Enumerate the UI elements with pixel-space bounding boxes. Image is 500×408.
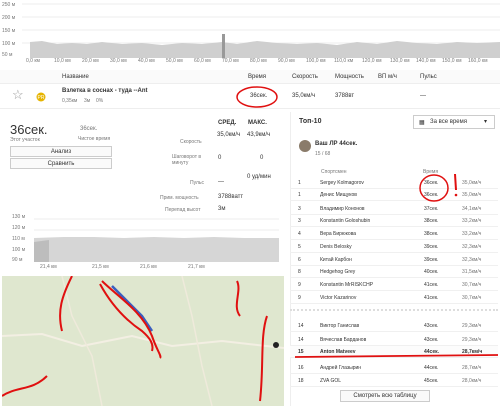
y-label: 130 м xyxy=(12,214,26,220)
svg-text:PR: PR xyxy=(38,95,45,101)
analyze-button[interactable]: Анализ xyxy=(10,146,112,157)
segment-speed: 35,0км/ч xyxy=(292,93,316,99)
x-label: 21,5 км xyxy=(92,264,109,270)
x-label: 30,0 км xyxy=(110,58,127,64)
hr-max: 0 уд/мин xyxy=(247,174,271,180)
segment-power: 3788вт xyxy=(335,93,355,99)
personal-record: Ваш ЛР 44сек. xyxy=(315,141,358,147)
segments-header: Название Время Скорость Мощность ВП м/ч … xyxy=(0,70,500,84)
elevation-value: 3м xyxy=(218,206,226,212)
segment-elevation-chart[interactable]: 130 м 120 м 110 м 100 м 90 м 21,4 км 21,… xyxy=(0,214,285,274)
col-power: Мощность xyxy=(335,74,364,80)
star-icon[interactable]: ☆ xyxy=(12,88,24,101)
x-label: 80,0 км xyxy=(250,58,267,64)
effort-time-label: Этот участок xyxy=(10,137,40,143)
x-label: 40,0 км xyxy=(138,58,155,64)
x-label: 70,0 км xyxy=(222,58,239,64)
compare-button[interactable]: Сравнить xyxy=(10,158,112,169)
col-name: Название xyxy=(62,74,89,80)
elevation-area xyxy=(22,3,500,58)
speed-label: Скорость xyxy=(180,139,202,145)
annotation-marks xyxy=(294,173,499,358)
cadence-avg: 0 xyxy=(218,155,222,161)
speed-avg: 35,0км/ч xyxy=(217,132,241,138)
col-max: МАКС. xyxy=(248,120,267,126)
leaderboard-row[interactable]: 18 ZVA GOL 45сек. 28,0км/ч xyxy=(290,375,498,387)
y-label: 50 м xyxy=(2,52,13,58)
col-time: Время xyxy=(248,74,267,80)
x-label: 160,0 км xyxy=(468,58,488,64)
top-elevation-chart[interactable]: 250 м 200 м 150 м 100 м 50 м 0,0 км 10,0… xyxy=(0,0,500,66)
segment-map[interactable] xyxy=(2,276,284,406)
segment-grade: 0% xyxy=(96,98,104,104)
annotation-circle-time xyxy=(236,86,278,108)
avatar xyxy=(299,140,311,152)
achievement-medal-icon: PR xyxy=(36,90,46,102)
calendar-icon: ▦ xyxy=(419,120,425,126)
power-avg: 3788ватт xyxy=(218,194,244,200)
x-label: 130,0 км xyxy=(390,58,410,64)
hr-label: Пульс xyxy=(190,180,205,186)
x-label: 10,0 км xyxy=(54,58,71,64)
x-label: 21,6 км xyxy=(140,264,157,270)
x-label: 21,7 км xyxy=(188,264,205,270)
segment-distance: 0,35км xyxy=(62,98,78,104)
x-label: 150,0 км xyxy=(442,58,462,64)
x-label: 120,0 км xyxy=(362,58,382,64)
leaderboard-title: Топ-10 xyxy=(299,118,322,125)
x-label: 21,4 км xyxy=(40,264,57,270)
y-label: 150 м xyxy=(2,28,16,34)
x-label: 110,0 км xyxy=(334,58,354,64)
y-label: 200 м xyxy=(2,15,16,21)
col-pulse: Пульс xyxy=(420,74,437,80)
segment-name-link[interactable]: Взлетка в соснах - туда --Ant xyxy=(62,88,148,94)
x-axis: 0,0 км 10,0 км 20,0 км 30,0 км 40,0 км 5… xyxy=(22,58,500,66)
speed-max: 43,9км/ч xyxy=(247,132,271,138)
x-label: 140,0 км xyxy=(416,58,436,64)
y-label: 90 м xyxy=(12,257,23,263)
effort-detail-panel: 36сек. Этот участок 36сек. Чистое время … xyxy=(0,112,285,213)
col-avg: СРЕД. xyxy=(218,120,237,126)
moving-time: 36сек. xyxy=(80,126,98,132)
map-terrain xyxy=(2,276,284,406)
y-label: 120 м xyxy=(12,225,26,231)
mini-elevation-area xyxy=(34,218,279,262)
power-label: Прим. мощность xyxy=(160,195,199,201)
x-label: 20,0 км xyxy=(82,58,99,64)
segment-pulse: — xyxy=(420,93,426,99)
view-full-table-button[interactable]: Смотреть всю таблицу xyxy=(340,390,430,402)
elevation-label: Перепад высот xyxy=(165,207,201,213)
hr-avg: — xyxy=(218,179,224,185)
x-label: 60,0 км xyxy=(194,58,211,64)
chevron-down-icon: ▾ xyxy=(484,119,488,125)
x-label: 0,0 км xyxy=(26,58,40,64)
x-label: 50,0 км xyxy=(166,58,183,64)
filter-label: За все время xyxy=(430,119,467,125)
y-label: 100 м xyxy=(12,247,26,253)
col-speed: Скорость xyxy=(292,74,318,80)
time-filter-dropdown[interactable]: ▦ За все время ▾ xyxy=(413,115,495,129)
y-label: 100 м xyxy=(2,41,16,47)
segment-elevation: 3м xyxy=(84,98,91,104)
col-vam: ВП м/ч xyxy=(378,74,397,80)
effort-time: 36сек. xyxy=(10,122,48,137)
y-label: 250 м xyxy=(2,2,16,8)
x-label: 100,0 км xyxy=(306,58,326,64)
x-label: 90,0 км xyxy=(278,58,295,64)
cadence-max: 0 xyxy=(260,155,264,161)
cadence-label: Шаговорот в минуту xyxy=(172,154,202,166)
personal-rank: 15 / 68 xyxy=(315,151,331,157)
y-label: 110 м xyxy=(12,236,25,242)
moving-time-label: Чистое время xyxy=(78,136,111,142)
